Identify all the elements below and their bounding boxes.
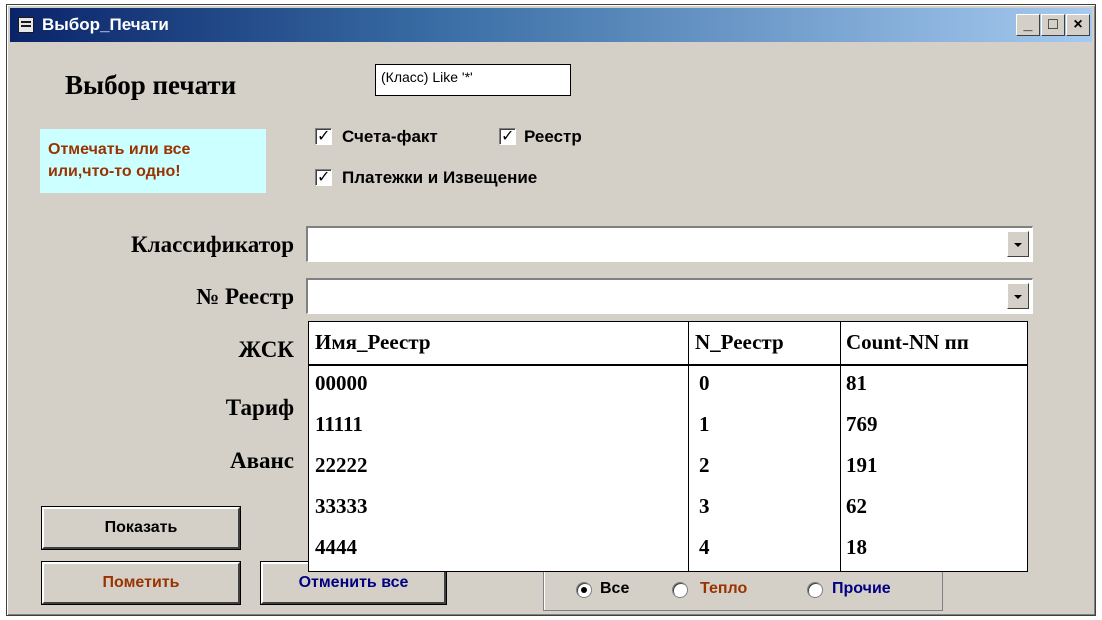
registry-name-cell: 11111 — [315, 412, 363, 436]
registry-checkbox[interactable] — [499, 126, 516, 145]
radio-all[interactable] — [576, 582, 592, 598]
show-button[interactable]: Показать — [41, 506, 241, 550]
registry-number-cell: 0 — [699, 371, 710, 395]
registry-number-cell: 1 — [699, 412, 710, 436]
category-option-group: Все Тепло Прочие — [543, 567, 943, 611]
column-header-name: Имя_Реестр — [315, 330, 431, 354]
dropdown-row[interactable]: 00000 0 81 — [309, 363, 1027, 403]
page-title: Выбор печати — [65, 70, 237, 100]
invoice-checkbox-label: Счета-факт — [342, 127, 438, 146]
hint-note: Отмечать или все или,что-то одно! — [40, 129, 266, 193]
radio-other-label: Прочие — [832, 580, 891, 597]
registry-number-cell: 3 — [699, 494, 710, 518]
registry-count-cell: 769 — [846, 412, 878, 436]
title-bar[interactable]: Выбор_Печати _ □ × — [10, 8, 1092, 42]
column-header-count: Count-NN пп — [846, 330, 969, 354]
registry-count-cell: 62 — [846, 494, 867, 518]
registry-count-cell: 81 — [846, 371, 867, 395]
payments-checkbox[interactable] — [315, 167, 332, 186]
classifier-combo[interactable] — [306, 226, 1033, 262]
zhsk-label: ЖСК — [238, 337, 294, 362]
dropdown-row[interactable]: 4444 4 18 — [309, 527, 1027, 567]
registry-checkbox-label: Реестр — [524, 127, 582, 146]
payments-checkbox-label: Платежки и Извещение — [342, 168, 538, 187]
window-title: Выбор_Печати — [42, 15, 169, 34]
registry-name-cell: 22222 — [315, 453, 368, 477]
dropdown-row[interactable]: 22222 2 191 — [309, 445, 1027, 485]
registry-number-cell: 4 — [699, 535, 710, 559]
registry-combo[interactable] — [306, 278, 1033, 314]
registry-name-cell: 33333 — [315, 494, 368, 518]
radio-all-label: Все — [600, 580, 630, 597]
hint-line-2: или,что-то одно! — [48, 163, 181, 180]
classifier-label: Классификатор — [130, 232, 294, 257]
form-icon — [18, 17, 34, 33]
advance-label: Аванс — [230, 448, 294, 473]
registry-label: № Реестр — [196, 284, 294, 309]
minimize-button[interactable]: _ — [1016, 14, 1040, 36]
dropdown-row[interactable]: 33333 3 62 — [309, 486, 1027, 526]
column-header-number: N_Реестр — [695, 330, 784, 354]
mark-button[interactable]: Пометить — [41, 561, 241, 605]
form-body: Выбор печати (Класс) Like '*' Отмечать и… — [10, 44, 1092, 612]
radio-heat-label: Тепло — [700, 580, 748, 597]
registry-dropdown-list[interactable]: Имя_Реестр N_Реестр Count-NN пп 00000 0 … — [308, 321, 1028, 572]
registry-dropdown-button[interactable] — [1007, 283, 1029, 309]
maximize-button[interactable]: □ — [1041, 14, 1065, 36]
filter-field[interactable]: (Класс) Like '*' — [375, 64, 571, 96]
registry-name-cell: 4444 — [315, 535, 357, 559]
invoice-checkbox[interactable] — [315, 126, 332, 145]
dropdown-row[interactable]: 11111 1 769 — [309, 404, 1027, 444]
dropdown-header-row: Имя_Реестр N_Реестр Count-NN пп — [309, 322, 1027, 362]
access-form-window: Выбор_Печати _ □ × Выбор печати (Класс) … — [6, 4, 1096, 616]
close-button[interactable]: × — [1066, 14, 1090, 36]
registry-name-cell: 00000 — [315, 371, 368, 395]
registry-count-cell: 18 — [846, 535, 867, 559]
radio-other[interactable] — [807, 582, 823, 598]
registry-count-cell: 191 — [846, 453, 878, 477]
registry-number-cell: 2 — [699, 453, 710, 477]
radio-heat[interactable] — [672, 582, 688, 598]
classifier-dropdown-button[interactable] — [1007, 231, 1029, 257]
tariff-label: Тариф — [225, 395, 294, 420]
hint-line-1: Отмечать или все — [48, 141, 191, 158]
